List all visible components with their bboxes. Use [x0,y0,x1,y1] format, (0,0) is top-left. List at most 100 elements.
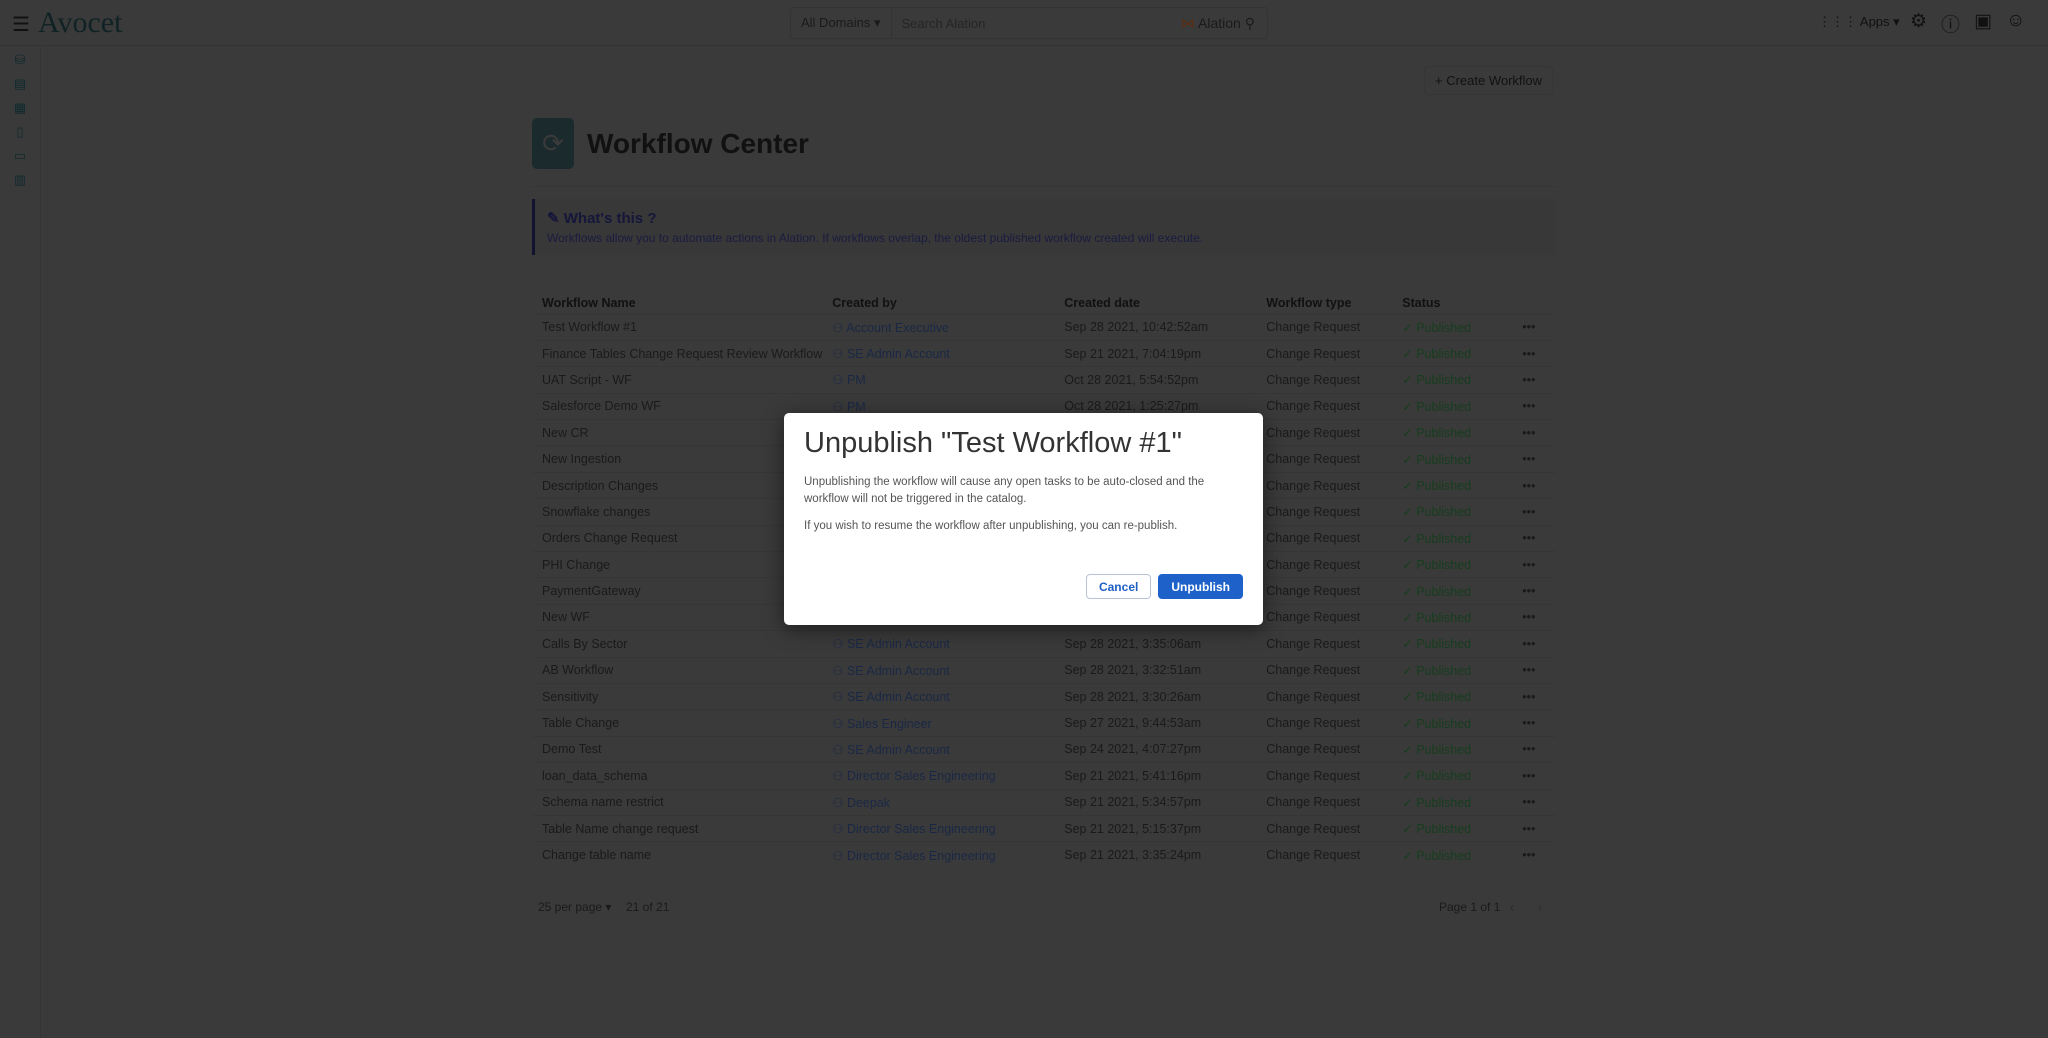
workflow-name[interactable]: Finance Tables Change Request Review Wor… [532,339,823,367]
workflow-name[interactable]: loan_data_schema [532,762,823,790]
created-by[interactable]: ⚇ SE Admin Account [822,735,1055,763]
creator-name[interactable]: Director Sales Engineering [847,822,996,836]
workflow-name[interactable]: New CR [532,419,823,446]
logo[interactable]: Avocet [38,6,122,40]
created-by[interactable]: ⚇ SE Admin Account [822,656,1055,684]
workflow-name[interactable]: Table Name change request [532,814,823,842]
created-by[interactable]: ⚇ Director Sales Engineering [822,814,1055,842]
created-by[interactable]: ⚇ Director Sales Engineering [822,841,1055,869]
workflow-name[interactable]: AB Workflow [532,656,823,684]
workflow-name[interactable]: Schema name restrict [532,788,823,816]
workflow-name[interactable]: Orders Change Request [532,524,823,552]
col-type[interactable]: Workflow type [1256,292,1392,314]
workflow-name[interactable]: Test Workflow #1 [532,313,823,341]
col-created-by[interactable]: Created by [822,292,1054,314]
created-by[interactable]: ⚇ PM [822,366,1055,394]
more-actions-button[interactable]: ••• [1512,577,1556,605]
workflow-name[interactable]: Table Change [532,709,823,737]
workflow-name[interactable]: PHI Change [532,551,823,578]
more-actions-button[interactable]: ••• [1512,630,1556,658]
more-actions-button[interactable]: ••• [1512,762,1556,790]
status-label: Published [1416,426,1472,441]
inbox-icon[interactable]: ▣ [1974,10,1992,37]
more-actions-button[interactable]: ••• [1512,471,1556,499]
more-actions-button[interactable]: ••• [1512,709,1556,737]
more-actions-button[interactable]: ••• [1512,603,1556,631]
more-actions-button[interactable]: ••• [1512,339,1556,367]
glossary-icon[interactable]: ▦ [0,100,40,124]
conversation-icon[interactable]: ▭ [0,148,40,172]
status-label: Published [1416,584,1472,599]
help-icon[interactable]: ⓘ [1941,10,1960,37]
cancel-button[interactable]: Cancel [1085,574,1152,599]
more-actions-button[interactable]: ••• [1512,788,1556,816]
search-icon[interactable]: ⚲ [1245,15,1255,31]
user-icon[interactable]: ☺ [2006,10,2025,37]
domain-select[interactable]: All Domains ▾ [791,8,892,38]
document-icon[interactable]: ▯ [0,124,40,148]
workflow-name[interactable]: Sensitivity [532,682,823,710]
more-actions-button[interactable]: ••• [1512,682,1556,710]
workflow-name[interactable]: Salesforce Demo WF [532,392,823,420]
chart-icon[interactable]: ▥ [0,172,40,196]
more-actions-button[interactable]: ••• [1512,445,1556,473]
created-by[interactable]: ⚇ SE Admin Account [822,682,1055,710]
creator-name[interactable]: Director Sales Engineering [847,849,996,863]
status: ✓ Published [1392,682,1513,710]
col-created-date[interactable]: Created date [1054,292,1256,314]
creator-name[interactable]: Sales Engineer [847,717,932,731]
workflow-name[interactable]: Description Changes [532,471,823,499]
workflow-name[interactable]: Demo Test [532,735,823,763]
storage-icon[interactable]: ▤ [0,76,40,100]
apps-menu[interactable]: ⋮⋮⋮ Apps ▾ [1818,14,1900,30]
more-actions-button[interactable]: ••• [1512,313,1556,341]
col-status[interactable]: Status [1392,292,1512,314]
created-by[interactable]: ⚇ Sales Engineer [822,709,1055,737]
status: ✓ Published [1392,419,1513,446]
creator-name[interactable]: SE Admin Account [847,347,950,361]
workflow-name[interactable]: UAT Script - WF [532,366,823,394]
creator-name[interactable]: Account Executive [846,321,949,335]
per-page-select[interactable]: 25 per page ▾ [538,900,611,914]
creator-name[interactable]: SE Admin Account [847,637,950,651]
info-box: ✎ What's this ? Workflows allow you to a… [532,199,1556,255]
creator-name[interactable]: PM [847,373,866,387]
workflow-name[interactable]: PaymentGateway [532,577,823,605]
creator-name[interactable]: SE Admin Account [847,743,950,757]
more-actions-button[interactable]: ••• [1512,735,1556,763]
workflow-name[interactable]: Snowflake changes [532,498,823,526]
more-actions-button[interactable]: ••• [1512,392,1556,420]
creator-name[interactable]: PM [847,400,866,414]
created-by[interactable]: ⚇ Deepak [822,788,1055,816]
created-by[interactable]: ⚇ Director Sales Engineering [822,762,1055,790]
menu-icon[interactable]: ☰ [12,12,30,37]
more-actions-button[interactable]: ••• [1512,551,1556,578]
creator-name[interactable]: Director Sales Engineering [847,769,996,783]
more-actions-button[interactable]: ••• [1512,656,1556,684]
workflow-name[interactable]: New WF [532,603,823,631]
prev-page-button[interactable]: ‹ [1510,900,1514,914]
search-input[interactable] [891,8,1181,38]
database-icon[interactable]: ⛁ [0,52,40,76]
created-by[interactable]: ⚇ SE Admin Account [822,339,1055,367]
workflow-name[interactable]: Change table name [532,841,823,869]
workflow-name[interactable]: New Ingestion [532,445,823,473]
creator-name[interactable]: SE Admin Account [847,664,950,678]
more-actions-button[interactable]: ••• [1512,366,1556,394]
settings-icon[interactable]: ⚙ [1910,10,1927,37]
unpublish-button[interactable]: Unpublish [1158,574,1243,599]
creator-name[interactable]: Deepak [847,796,890,810]
creator-name[interactable]: SE Admin Account [847,690,950,704]
col-name[interactable]: Workflow Name [532,292,822,314]
created-by[interactable]: ⚇ SE Admin Account [822,630,1055,658]
workflow-name[interactable]: Calls By Sector [532,630,823,658]
status-label: Published [1416,452,1472,467]
next-page-button[interactable]: › [1538,900,1542,914]
more-actions-button[interactable]: ••• [1512,498,1556,526]
more-actions-button[interactable]: ••• [1512,841,1556,869]
create-workflow-button[interactable]: + Create Workflow [1424,66,1554,95]
created-by[interactable]: ⚇ Account Executive [822,313,1055,341]
more-actions-button[interactable]: ••• [1512,524,1556,552]
more-actions-button[interactable]: ••• [1512,814,1556,842]
more-actions-button[interactable]: ••• [1512,419,1556,446]
